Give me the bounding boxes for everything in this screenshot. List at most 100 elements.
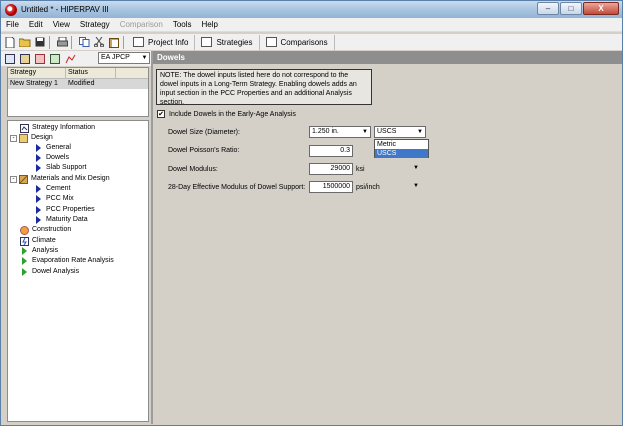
content-panel: Dowels NOTE: The dowel inputs listed her…: [151, 51, 622, 424]
comparisons-icon: [265, 37, 277, 47]
tree-item-dowel-analysis[interactable]: Dowel Analysis: [20, 267, 79, 277]
tree-label: Climate: [32, 237, 56, 244]
tree-item-pcc-mix[interactable]: PCC Mix: [34, 194, 74, 204]
tree-label: Cement: [46, 185, 71, 192]
include-dowels-checkbox[interactable]: ✔: [157, 110, 165, 118]
column-header-status[interactable]: Status: [66, 68, 116, 78]
page-title: Dowels: [153, 51, 622, 64]
navigation-tree: Strategy Information - Design General Do…: [7, 120, 149, 422]
close-button[interactable]: X: [583, 2, 619, 15]
unit-system-dropdown-list: Metric USCS: [374, 139, 429, 158]
strategy-list-header: Strategy Status: [8, 68, 148, 79]
include-dowels-checkbox-row[interactable]: ✔ Include Dowels in the Early-Age Analys…: [157, 110, 296, 118]
tree-label: Dowel Analysis: [32, 268, 80, 275]
chevron-down-icon: ▼: [141, 55, 148, 61]
tab-strategies-label: Strategies: [216, 37, 253, 47]
unit-option-uscs[interactable]: USCS: [375, 149, 428, 158]
menu-bar: File Edit View Strategy Comparison Tools…: [1, 18, 622, 32]
menu-file[interactable]: File: [1, 20, 24, 29]
tree-label: General: [46, 144, 71, 151]
strategy-toolbar: EA JPCP ▼: [1, 51, 151, 66]
project-info-icon: [133, 37, 144, 47]
climate-icon: [20, 236, 29, 246]
dowel-modulus-input[interactable]: 29000: [309, 163, 353, 175]
tree-item-materials-and-mix-design[interactable]: - Materials and Mix Design: [10, 174, 110, 184]
copy-icon[interactable]: [78, 36, 90, 48]
green-triangle-icon: [20, 268, 29, 277]
dowel-support-unit-dropdown-icon[interactable]: ▼: [413, 183, 419, 189]
include-dowels-label: Include Dowels in the Early-Age Analysis: [169, 110, 296, 118]
table-row[interactable]: New Strategy 1 Modified: [8, 79, 148, 89]
tree-item-analysis[interactable]: Analysis: [20, 246, 58, 256]
app-logo-icon: [5, 3, 17, 16]
triangle-icon: [34, 216, 43, 225]
tree-item-cement[interactable]: Cement: [34, 184, 71, 194]
menu-view[interactable]: View: [48, 20, 75, 29]
unit-system-select[interactable]: USCS ▼: [374, 126, 426, 138]
tree-label: Materials and Mix Design: [31, 175, 110, 182]
unit-option-metric[interactable]: Metric: [375, 140, 428, 149]
strategy-new-icon[interactable]: [4, 53, 16, 65]
open-folder-icon[interactable]: [19, 36, 31, 48]
dowel-modulus-unit: ksi: [356, 166, 365, 173]
dowel-modulus-unit-dropdown-icon[interactable]: ▼: [413, 165, 419, 171]
tree-label: Evaporation Rate Analysis: [32, 257, 114, 264]
chart-icon[interactable]: [64, 53, 76, 65]
maximize-button[interactable]: □: [560, 2, 582, 15]
tree-item-strategy-information[interactable]: Strategy Information: [20, 123, 95, 133]
tree-label: PCC Properties: [46, 206, 95, 213]
print-icon[interactable]: [56, 36, 68, 48]
strategy-run-icon[interactable]: [49, 53, 61, 65]
window-title: Untitled * - HIPERPAV III: [21, 5, 109, 14]
menu-help[interactable]: Help: [197, 20, 223, 29]
collapse-icon[interactable]: -: [10, 175, 17, 183]
new-file-icon[interactable]: [4, 36, 16, 48]
poisson-ratio-input[interactable]: 0.3: [309, 145, 353, 157]
toolbar-separator: [123, 35, 124, 49]
chevron-down-icon: ▼: [417, 129, 423, 135]
tab-strategies[interactable]: Strategies: [195, 34, 260, 50]
paste-icon[interactable]: [108, 36, 120, 48]
main-toolbar: Project Info Strategies Comparisons: [1, 34, 622, 50]
info-icon: [20, 123, 29, 133]
triangle-icon: [34, 144, 43, 153]
tree-item-evaporation-rate-analysis[interactable]: Evaporation Rate Analysis: [20, 256, 114, 266]
save-icon[interactable]: [34, 36, 46, 48]
tree-item-pcc-properties[interactable]: PCC Properties: [34, 205, 95, 215]
menu-tools[interactable]: Tools: [168, 20, 197, 29]
minimize-button[interactable]: –: [537, 2, 559, 15]
note-box: NOTE: The dowel inputs listed here do no…: [156, 69, 372, 106]
tree-item-climate[interactable]: Climate: [20, 236, 56, 246]
title-bar[interactable]: Untitled * - HIPERPAV III – □ X: [1, 1, 622, 18]
tree-item-slab-support[interactable]: Slab Support: [34, 163, 86, 173]
tree-item-design[interactable]: - Design: [10, 133, 53, 143]
tree-item-maturity-data[interactable]: Maturity Data: [34, 215, 88, 225]
toolbar-separator: [71, 35, 72, 49]
triangle-icon: [34, 185, 43, 194]
menu-strategy[interactable]: Strategy: [75, 20, 115, 29]
dowel-support-input[interactable]: 1500000: [309, 181, 353, 193]
tree-item-general[interactable]: General: [34, 143, 71, 153]
tree-item-construction[interactable]: Construction: [20, 225, 71, 235]
dowel-support-label: 28-Day Effective Modulus of Dowel Suppor…: [168, 184, 306, 191]
cut-icon[interactable]: [93, 36, 105, 48]
tab-comparisons[interactable]: Comparisons: [260, 34, 335, 50]
unit-system-value: USCS: [377, 128, 397, 135]
strategy-copy-icon[interactable]: [19, 53, 31, 65]
strategy-delete-icon[interactable]: [34, 53, 46, 65]
collapse-icon[interactable]: -: [10, 134, 17, 142]
column-header-strategy[interactable]: Strategy: [8, 68, 66, 78]
tree-label: Construction: [32, 226, 72, 233]
dowel-size-select[interactable]: 1.250 in. ▼: [309, 126, 371, 138]
tree-item-dowels[interactable]: Dowels: [34, 153, 69, 163]
tab-project-info[interactable]: Project Info: [127, 34, 196, 50]
construction-icon: [20, 225, 29, 235]
menu-edit[interactable]: Edit: [24, 20, 48, 29]
tree-label: PCC Mix: [46, 195, 74, 202]
strategy-list: Strategy Status New Strategy 1 Modified: [7, 67, 149, 117]
strategy-type-select[interactable]: EA JPCP ▼: [98, 52, 150, 64]
menu-comparison[interactable]: Comparison: [115, 20, 168, 29]
poisson-ratio-label: Dowel Poisson's Ratio:: [168, 147, 240, 154]
tab-comparisons-label: Comparisons: [280, 37, 328, 47]
app-window: Untitled * - HIPERPAV III – □ X File Edi…: [0, 0, 623, 426]
